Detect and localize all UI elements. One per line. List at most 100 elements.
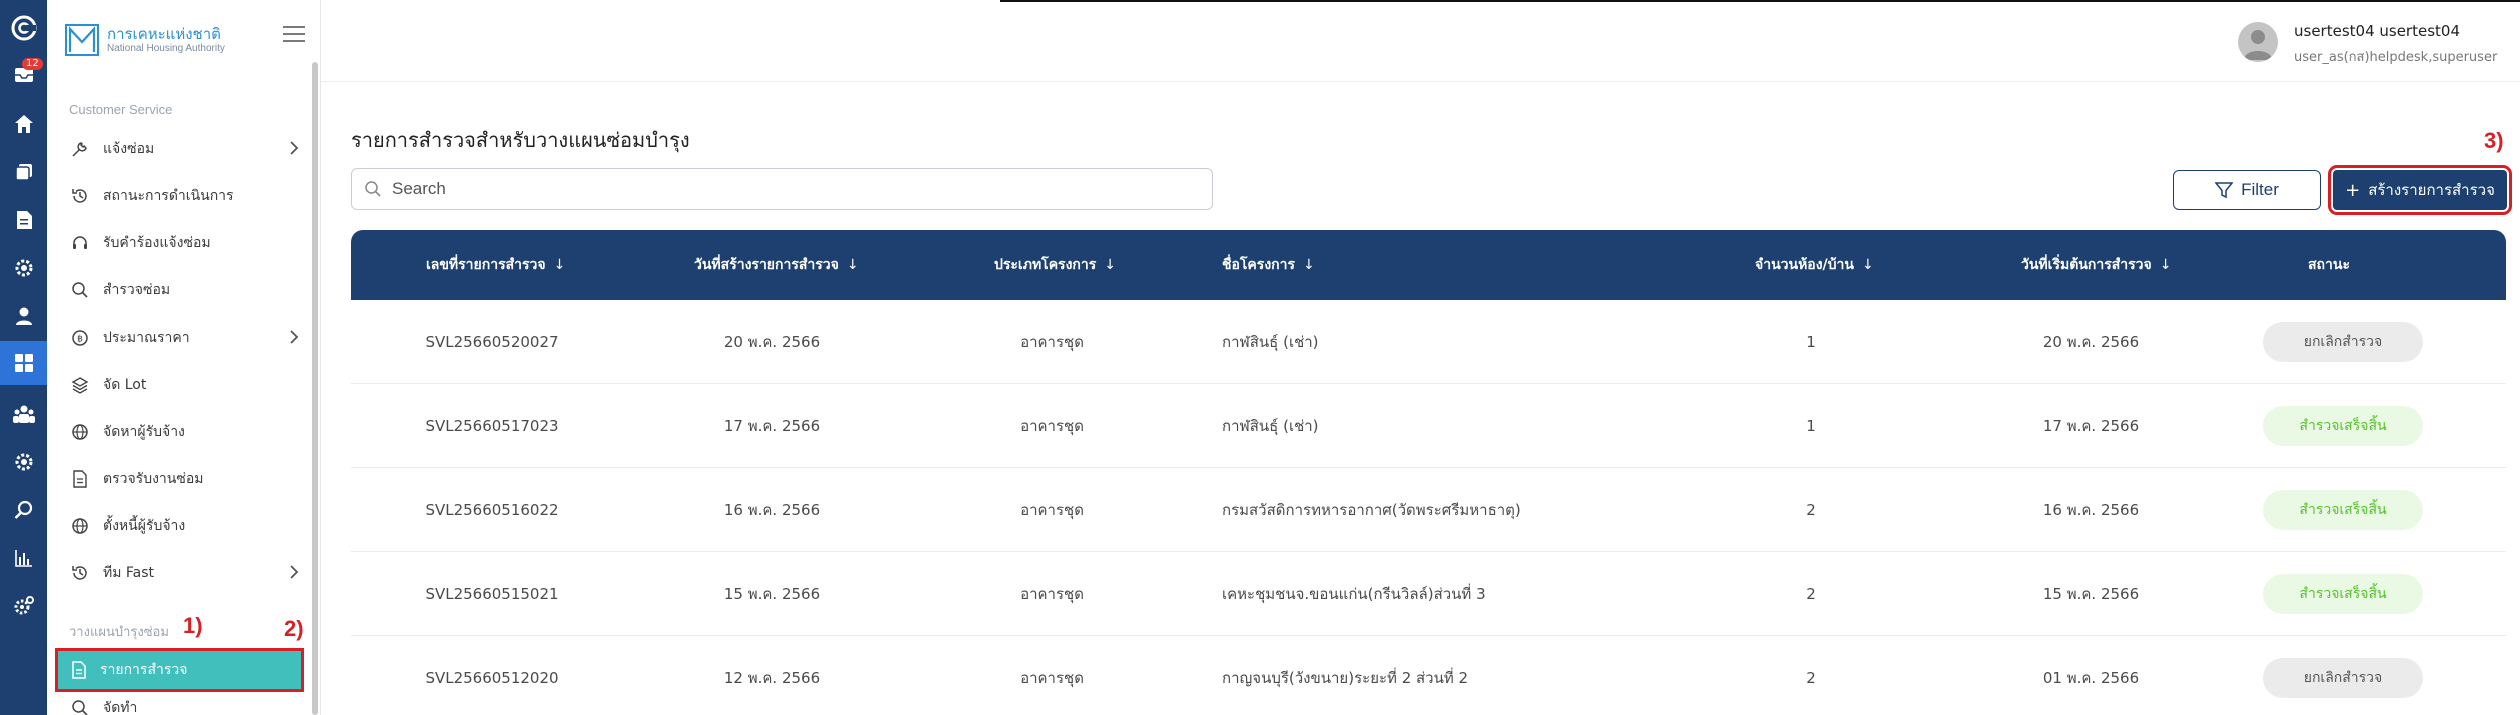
create-survey-label: สร้างรายการสำรวจ <box>2368 181 2495 199</box>
table-row[interactable]: SVL25660515021 15 พ.ค. 2566 อาคารชุด เคหะชุ… <box>351 552 2506 636</box>
layers-icon <box>69 374 91 396</box>
user-icon[interactable] <box>0 296 47 336</box>
headset-icon <box>69 232 91 254</box>
chevron-right-icon <box>290 141 299 155</box>
sidebar-item-survey-list[interactable]: รายการสำรวจ <box>55 648 304 692</box>
search-field[interactable] <box>351 168 1213 210</box>
avatar[interactable] <box>2238 22 2278 62</box>
column-header-created-date[interactable]: วันที่สร้างรายการสำรวจ ↓ <box>694 230 859 300</box>
bar-chart-icon[interactable] <box>0 538 47 578</box>
sidebar-item-status[interactable]: สถานะการดำเนินการ <box>65 178 309 214</box>
copy-icon[interactable] <box>0 152 47 192</box>
column-header-units[interactable]: จำนวนห้อง/บ้าน ↓ <box>1755 230 1874 300</box>
survey-table: เลขที่รายการสำรวจ ↓ วันที่สร้างรายการสำรว… <box>351 230 2506 715</box>
sidebar-item-receive-request[interactable]: รับคำร้องแจ้งซ่อม <box>65 225 309 261</box>
user-role: user_as(กส)helpdesk,superuser <box>2294 50 2498 65</box>
gear-icon[interactable] <box>0 442 47 482</box>
cell-survey-id: SVL25660515021 <box>425 585 559 603</box>
document-icon <box>68 659 90 681</box>
status-badge: สำรวจเสร็จสิ้น <box>2263 490 2423 530</box>
sidebar-item-fast-team[interactable]: ทีม Fast <box>65 555 309 591</box>
column-header-project-name[interactable]: ชื่อโครงการ ↓ <box>1222 230 1315 300</box>
group-icon[interactable] <box>0 394 47 434</box>
history-icon <box>69 562 91 584</box>
table-row[interactable]: SVL25660517023 17 พ.ค. 2566 อาคารชุด กาฬสิน… <box>351 384 2506 468</box>
search-input[interactable] <box>392 179 1172 199</box>
notification-badge: 12 <box>22 58 43 70</box>
cell-project-name: กาญจนบุรี(วังขนาย)ระยะที่ 2 ส่วนที่ 2 <box>1222 669 1469 687</box>
column-header-status: สถานะ <box>2308 257 2350 273</box>
search-icon <box>364 180 382 198</box>
table-header: เลขที่รายการสำรวจ ↓ วันที่สร้างรายการสำรว… <box>351 230 2506 300</box>
user-name[interactable]: usertest04 usertest04 <box>2294 22 2460 40</box>
top-bar <box>321 0 2520 82</box>
document-icon[interactable] <box>0 200 47 240</box>
filter-label: Filter <box>2241 180 2279 199</box>
home-icon[interactable] <box>0 104 47 144</box>
sidebar-scrollbar[interactable] <box>312 62 318 715</box>
sort-arrow-icon: ↓ <box>1104 257 1116 273</box>
sidebar-item-label: ตรวจรับงานซ่อม <box>103 471 204 487</box>
cell-units: 1 <box>1806 417 1816 435</box>
sort-arrow-icon: ↓ <box>1861 257 1874 273</box>
column-header-survey-id[interactable]: เลขที่รายการสำรวจ ↓ <box>426 230 565 300</box>
sidebar-item-label: จัด Lot <box>103 377 147 393</box>
table-row[interactable]: SVL25660512020 12 พ.ค. 2566 อาคารชุด กาญจนบ… <box>351 636 2506 715</box>
chevron-right-icon <box>290 565 299 579</box>
cell-start-date: 17 พ.ค. 2566 <box>2042 417 2140 435</box>
status-badge: ยกเลิกสำรวจ <box>2263 322 2423 362</box>
filter-icon <box>2215 182 2234 199</box>
sort-arrow-icon: ↓ <box>2159 257 2172 273</box>
dashboard-icon[interactable] <box>0 341 47 385</box>
coin-icon: ฿ <box>69 327 91 349</box>
section-label-maintenance-plan: วางแผนบำรุงซ่อม <box>69 624 169 639</box>
cell-survey-id: SVL25660512020 <box>425 669 559 687</box>
logo-thai-text: การเคหะแห่งชาติ <box>107 25 221 43</box>
sidebar-item-label: รับคำร้องแจ้งซ่อม <box>103 235 211 251</box>
cell-project-name: กาฬสินธุ์ (เช่า) <box>1222 333 1319 351</box>
logo-c-icon[interactable] <box>0 8 47 48</box>
column-header-start-date[interactable]: วันที่เริ่มต้นการสำรวจ ↓ <box>2021 230 2171 300</box>
sidebar-item-repair-request[interactable]: แจ้งซ่อม <box>65 131 309 167</box>
section-label-customer-service: Customer Service <box>69 102 173 117</box>
cell-units: 2 <box>1806 585 1816 603</box>
sort-arrow-icon: ↓ <box>1303 257 1315 273</box>
cell-project-name: เคหะชุมชนจ.ขอนแก่น(กรีนวิลล์)ส่วนที่ 3 <box>1222 585 1486 603</box>
table-body: SVL25660520027 20 พ.ค. 2566 อาคารชุด กาฬสิน… <box>351 300 2506 715</box>
filter-button[interactable]: Filter <box>2173 170 2321 210</box>
cell-project-name: กรมสวัสดิการทหารอากาศ(วัดพระศรีมหาธาตุ) <box>1222 501 1521 519</box>
logo[interactable]: การเคหะแห่งชาติ National Housing Authori… <box>65 24 225 56</box>
sidebar-item-next[interactable]: จัดทำ <box>65 690 309 715</box>
sidebar-item-label: รายการสำรวจ <box>100 662 188 678</box>
inbox-icon[interactable]: 12 <box>0 54 47 94</box>
cell-survey-id: SVL25660517023 <box>425 417 559 435</box>
column-header-project-type[interactable]: ประเภทโครงการ ↓ <box>994 230 1116 300</box>
cell-survey-id: SVL25660516022 <box>425 501 559 519</box>
sidebar-item-survey[interactable]: สำรวจซ่อม <box>65 272 309 308</box>
sidebar-item-estimate[interactable]: ฿ ประมาณราคา <box>65 320 309 356</box>
hamburger-menu-icon[interactable] <box>283 26 305 44</box>
icon-rail: 12 <box>0 0 47 715</box>
sidebar-item-contractor[interactable]: จัดหาผู้รับจ้าง <box>65 414 309 450</box>
sidebar-item-lot[interactable]: จัด Lot <box>65 367 309 403</box>
create-survey-button[interactable]: + สร้างรายการสำรวจ <box>2328 165 2512 215</box>
cell-project-type: อาคารชุด <box>1020 585 1084 603</box>
cell-project-type: อาคารชุด <box>1020 417 1084 435</box>
search-icon <box>69 279 91 301</box>
cell-units: 2 <box>1806 669 1816 687</box>
sidebar-item-contractor-debt[interactable]: ตั้งหนี้ผู้รับจ้าง <box>65 508 309 544</box>
cell-created-date: 16 พ.ค. 2566 <box>723 501 821 519</box>
sidebar: การเคหะแห่งชาติ National Housing Authori… <box>47 0 321 715</box>
table-row[interactable]: SVL25660516022 16 พ.ค. 2566 อาคารชุด กรมสวั… <box>351 468 2506 552</box>
table-row[interactable]: SVL25660520027 20 พ.ค. 2566 อาคารชุด กาฬสิน… <box>351 300 2506 384</box>
search-icon[interactable] <box>0 490 47 530</box>
sidebar-item-inspect[interactable]: ตรวจรับงานซ่อม <box>65 461 309 497</box>
cell-created-date: 15 พ.ค. 2566 <box>723 585 821 603</box>
cell-units: 1 <box>1806 333 1816 351</box>
gear-icon[interactable] <box>0 248 47 288</box>
svg-text:฿: ฿ <box>77 335 83 345</box>
cell-created-date: 12 พ.ค. 2566 <box>723 669 821 687</box>
settings-icon[interactable] <box>0 586 47 626</box>
cell-start-date: 15 พ.ค. 2566 <box>2042 585 2140 603</box>
cell-project-type: อาคารชุด <box>1020 333 1084 351</box>
